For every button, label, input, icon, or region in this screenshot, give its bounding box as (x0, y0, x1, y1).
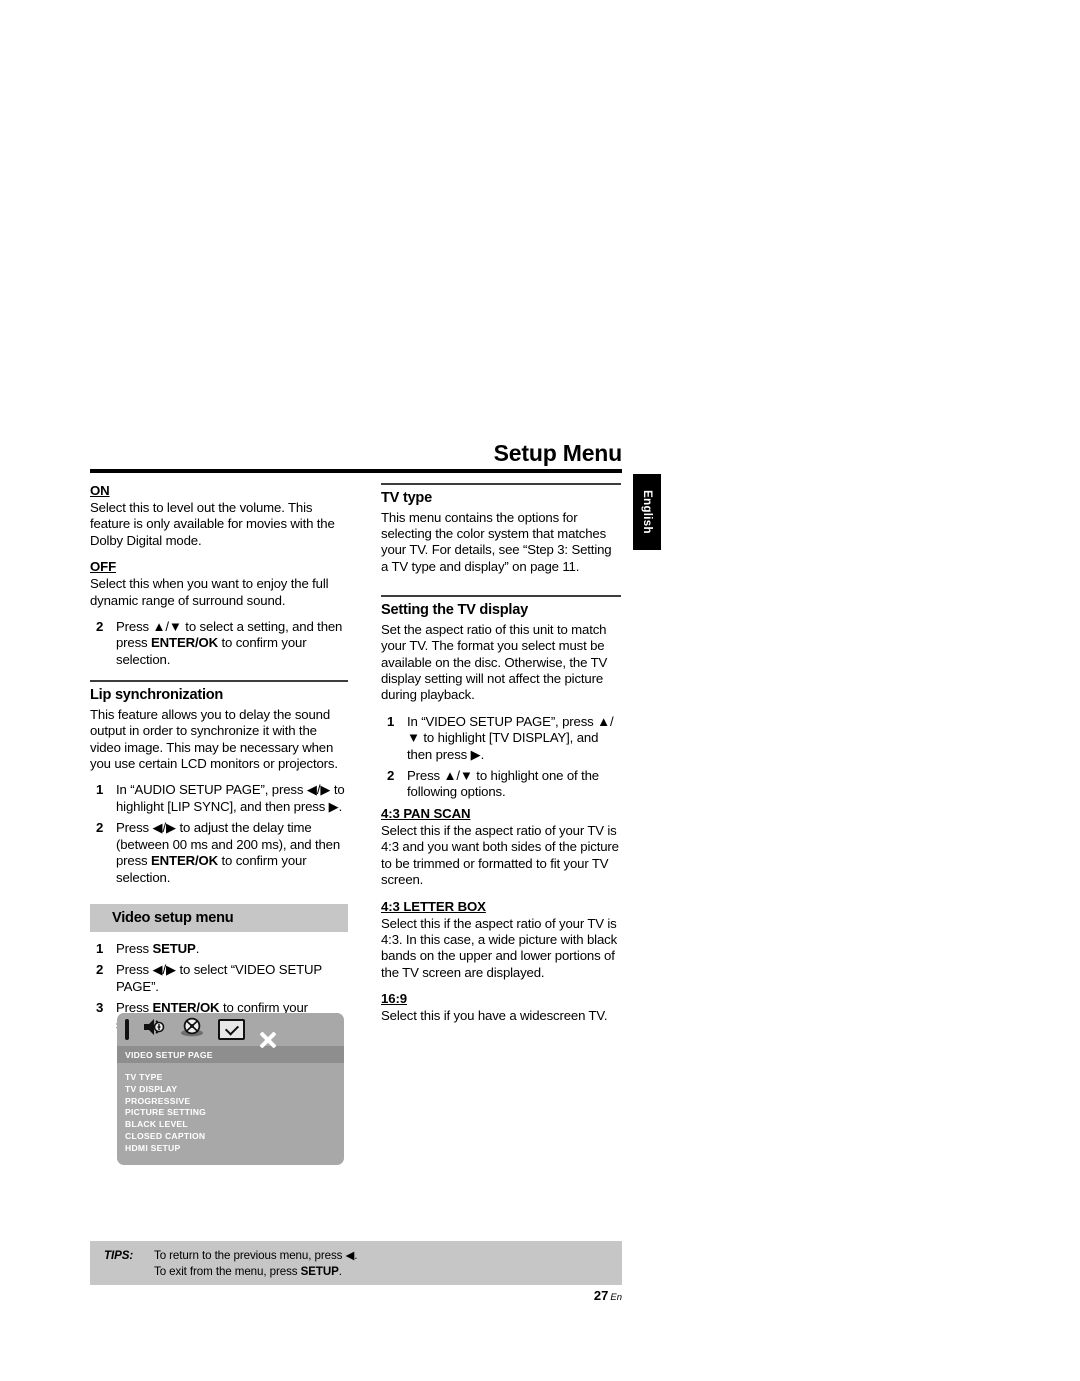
header-rule (90, 469, 622, 473)
on-body: Select this to level out the volume. Thi… (90, 500, 335, 548)
page-folio: 27 En (90, 1288, 622, 1303)
disc-icon (179, 1017, 205, 1042)
letter-box-label: 4:3 LETTER BOX (381, 898, 486, 914)
pan-scan-body: Select this if the aspect ratio of your … (381, 822, 619, 888)
osd-menu-item[interactable]: BLACK LEVEL (125, 1119, 344, 1131)
tips-line-2: To exit from the menu, press SETUP. (104, 1264, 622, 1280)
off-body: Select this when you want to enjoy the f… (90, 576, 329, 608)
section-divider (381, 595, 621, 597)
step-number: 1 (96, 782, 104, 798)
folio-number: 27 (593, 1288, 609, 1303)
step-number: 2 (387, 768, 395, 784)
tv-type-body: This menu contains the options for selec… (381, 509, 612, 574)
step-number: 1 (387, 713, 395, 729)
widescreen-label: 16:9 (381, 991, 407, 1007)
tv-display-step-2: 2 Press ▲/▼ to highlight one of the follo… (381, 768, 621, 801)
on-label: ON (90, 483, 110, 498)
page-title: Setup Menu (493, 440, 623, 466)
tips-line-1: To return to the previous menu, press ◀. (154, 1249, 358, 1262)
step-text-b: . (195, 940, 200, 956)
lip-sync-step-1: 1 In “AUDIO SETUP PAGE”, press ◀/▶ to hig… (90, 782, 348, 815)
step-text: Press ▲/▼ to highlight one of the follow… (407, 768, 599, 800)
step-bold-key: SETUP (152, 940, 196, 956)
step-number: 3 (96, 1000, 104, 1016)
manual-page: Setup Menu English ON Select this to lev… (0, 0, 1080, 1381)
tips-line-2-text-b: . (338, 1264, 342, 1278)
step-text: In “AUDIO SETUP PAGE”, press ◀/▶ to high… (116, 782, 345, 814)
letter-box-body: Select this if the aspect ratio of your … (381, 915, 618, 980)
step-text: Press ◀/▶ to select “VIDEO SETUP PAGE”. (116, 962, 322, 994)
osd-icon-row (117, 1013, 344, 1046)
page-header: Setup Menu (90, 440, 622, 473)
right-column: TV type This menu contains the options f… (381, 483, 621, 1025)
step-bold-key: ENTER/OK (151, 635, 218, 651)
osd-menu-item[interactable]: CLOSED CAPTION (125, 1131, 344, 1143)
lip-sync-step-2: 2 Press ◀/▶ to adjust the delay time (bet… (90, 820, 348, 886)
step-number: 2 (96, 962, 104, 978)
lip-sync-heading: Lip synchronization (90, 686, 224, 703)
tv-type-heading: TV type (381, 489, 432, 506)
step-text: In “VIDEO SETUP PAGE”, press ▲/▼ to high… (407, 713, 614, 762)
widescreen-body: Select this if you have a widescreen TV. (381, 1008, 608, 1024)
step-bold-key: ENTER/OK (151, 853, 218, 869)
step-text-a: Press (116, 940, 153, 956)
lip-sync-body: This feature allows you to delay the sou… (90, 706, 338, 772)
step-confirm-setting: 2 Press ▲/▼ to select a setting, and then… (90, 619, 348, 668)
osd-menu-item[interactable]: HDMI SETUP (125, 1143, 344, 1155)
step-number: 2 (96, 820, 104, 836)
tv-display-body: Set the aspect ratio of this unit to mat… (381, 621, 608, 703)
step-number: 2 (96, 619, 104, 635)
preferences-icon (218, 1019, 245, 1040)
tv-icon (125, 1018, 129, 1040)
left-column: ON Select this to level out the volume. … (90, 483, 348, 1033)
osd-title: VIDEO SETUP PAGE (117, 1046, 344, 1063)
osd-menu-item[interactable]: PROGRESSIVE (125, 1096, 344, 1108)
pan-scan-label: 4:3 PAN SCAN (381, 805, 471, 821)
video-setup-step-1: 1 Press SETUP. (90, 941, 348, 957)
video-setup-step-2: 2 Press ◀/▶ to select “VIDEO SETUP PAGE”. (90, 962, 348, 995)
audio-icon (142, 1017, 166, 1042)
folio-language: En (610, 1292, 622, 1303)
step-number: 1 (96, 940, 104, 956)
tips-line-2-key: SETUP (300, 1264, 339, 1278)
tips-box: TIPS: To return to the previous menu, pr… (90, 1241, 622, 1285)
video-setup-menu-heading: Video setup menu (90, 903, 348, 932)
tv-display-step-1: 1 In “VIDEO SETUP PAGE”, press ▲/▼ to hig… (381, 714, 621, 763)
osd-menu-list: TV TYPE TV DISPLAY PROGRESSIVE PICTURE S… (117, 1063, 344, 1155)
osd-screenshot: VIDEO SETUP PAGE TV TYPE TV DISPLAY PROG… (117, 1013, 344, 1165)
section-divider (381, 483, 621, 485)
osd-menu-item[interactable]: PICTURE SETTING (125, 1107, 344, 1119)
language-tab: English (633, 474, 661, 550)
section-divider (90, 680, 348, 682)
language-tab-label: English (641, 490, 653, 534)
tips-line-2-text-a: To exit from the menu, press (154, 1264, 301, 1278)
osd-menu-item[interactable]: TV DISPLAY (125, 1084, 344, 1096)
tv-display-heading: Setting the TV display (381, 601, 528, 618)
off-label: OFF (90, 559, 117, 575)
osd-menu-item[interactable]: TV TYPE (125, 1072, 344, 1084)
tips-content: TIPS: To return to the previous menu, pr… (90, 1241, 622, 1279)
tips-label: TIPS: (104, 1249, 134, 1262)
